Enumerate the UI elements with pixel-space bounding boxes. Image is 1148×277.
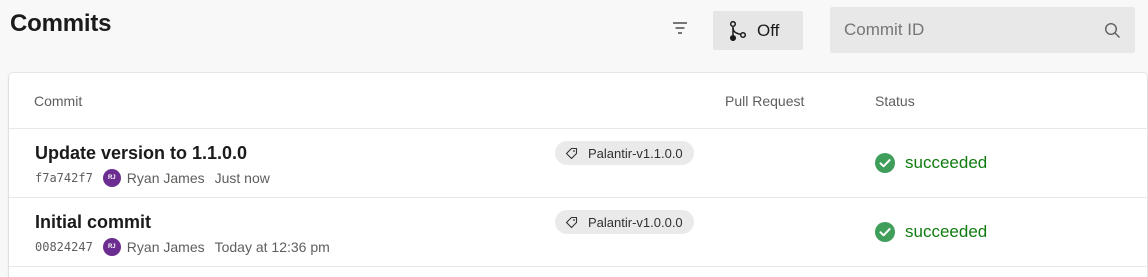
commit-meta: f7a742f7 RJ Ryan James Just now	[35, 169, 270, 187]
commit-id-search-input[interactable]	[844, 20, 1104, 40]
tag-label: Palantir-v1.1.0.0	[588, 145, 683, 161]
commits-table: Commit Pull Request Status Update versio…	[9, 73, 1147, 277]
tag-pill[interactable]: Palantir-v1.1.0.0	[555, 141, 694, 165]
commit-time: Just now	[214, 170, 270, 186]
status-badge: succeeded	[875, 153, 987, 173]
table-row[interactable]: Initial commit 00824247 RJ Ryan James To…	[9, 198, 1147, 267]
commit-author: Ryan James	[126, 239, 205, 255]
table-header: Commit Pull Request Status	[9, 73, 1147, 129]
status-label: succeeded	[905, 153, 988, 172]
column-header-status: Status	[875, 93, 915, 109]
column-header-pull-request: Pull Request	[725, 93, 805, 109]
status-badge: succeeded	[875, 222, 987, 242]
avatar: RJ	[102, 169, 121, 187]
graph-toggle-label: Off	[757, 20, 780, 40]
tag-icon	[565, 147, 578, 160]
search-box	[830, 7, 1135, 53]
column-header-commit: Commit	[34, 93, 83, 109]
commit-hash[interactable]: f7a742f7	[35, 171, 93, 185]
commit-author: Ryan James	[126, 170, 205, 186]
table-row[interactable]: Update version to 1.1.0.0 f7a742f7 RJ Ry…	[9, 129, 1147, 198]
commit-hash[interactable]: 00824247	[35, 240, 93, 254]
tag-label: Palantir-v1.0.0.0	[588, 214, 683, 230]
branch-graph-icon	[729, 20, 747, 41]
filter-icon	[672, 21, 688, 40]
commit-title-link[interactable]: Initial commit	[35, 212, 151, 233]
filter-button[interactable]	[664, 14, 696, 46]
commit-title-link[interactable]: Update version to 1.1.0.0	[35, 143, 247, 164]
commit-time: Today at 12:36 pm	[214, 239, 330, 255]
graph-toggle-button[interactable]: Off	[713, 11, 803, 50]
tag-pill[interactable]: Palantir-v1.0.0.0	[555, 210, 694, 234]
commit-meta: 00824247 RJ Ryan James Today at 12:36 pm	[35, 238, 330, 256]
check-circle-icon	[875, 222, 895, 242]
search-icon[interactable]	[1104, 22, 1121, 39]
tag-icon	[565, 216, 578, 229]
check-circle-icon	[875, 153, 895, 173]
page-title: Commits	[10, 10, 112, 37]
status-label: succeeded	[905, 222, 988, 241]
avatar: RJ	[102, 238, 121, 256]
